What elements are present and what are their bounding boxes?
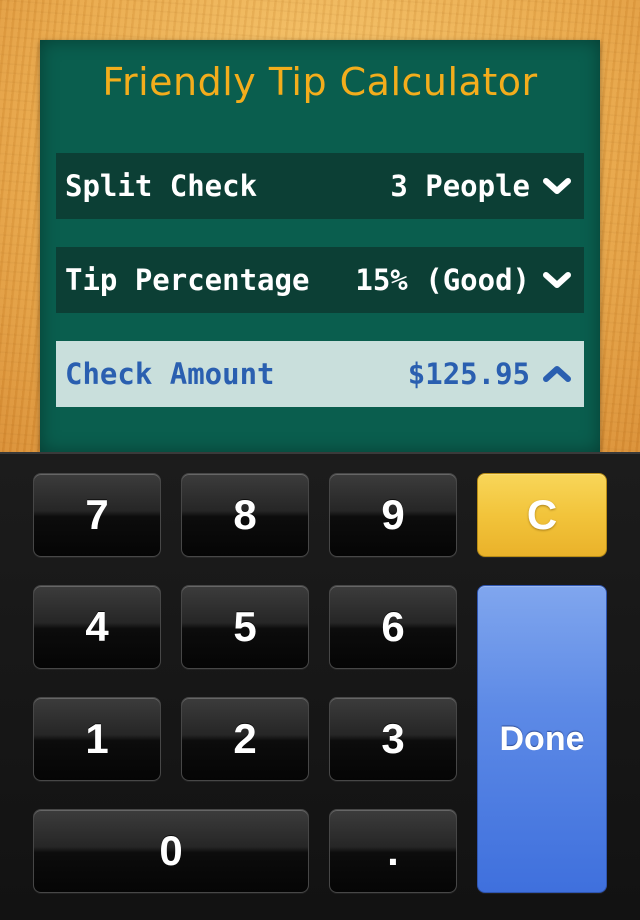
key-0[interactable]: 0 [33, 809, 309, 893]
key-3[interactable]: 3 [329, 697, 457, 781]
key-6[interactable]: 6 [329, 585, 457, 669]
chevron-up-icon [543, 366, 571, 382]
key-4[interactable]: 4 [33, 585, 161, 669]
split-check-value: 3 People [390, 169, 530, 203]
check-amount-value-group: $125.95 [408, 357, 572, 391]
tip-percentage-value: 15% (Good) [355, 263, 530, 297]
split-check-value-group: 3 People [390, 169, 572, 203]
key-decimal[interactable]: . [329, 809, 457, 893]
tip-percentage-value-group: 15% (Good) [355, 263, 572, 297]
key-5[interactable]: 5 [181, 585, 309, 669]
tip-percentage-label: Tip Percentage [65, 263, 310, 297]
key-8[interactable]: 8 [181, 473, 309, 557]
tip-percentage-row[interactable]: Tip Percentage 15% (Good) [56, 247, 584, 313]
key-1[interactable]: 1 [33, 697, 161, 781]
app-title: Friendly Tip Calculator [102, 60, 538, 104]
done-button[interactable]: Done [477, 585, 607, 893]
check-amount-label: Check Amount [65, 357, 275, 391]
check-amount-row[interactable]: Check Amount $125.95 [56, 341, 584, 407]
chevron-down-icon [543, 272, 571, 288]
key-7[interactable]: 7 [33, 473, 161, 557]
chevron-down-icon [543, 178, 571, 194]
clear-button[interactable]: C [477, 473, 607, 557]
key-9[interactable]: 9 [329, 473, 457, 557]
key-2[interactable]: 2 [181, 697, 309, 781]
split-check-row[interactable]: Split Check 3 People [56, 153, 584, 219]
check-amount-value: $125.95 [407, 357, 530, 391]
split-check-label: Split Check [65, 169, 258, 203]
